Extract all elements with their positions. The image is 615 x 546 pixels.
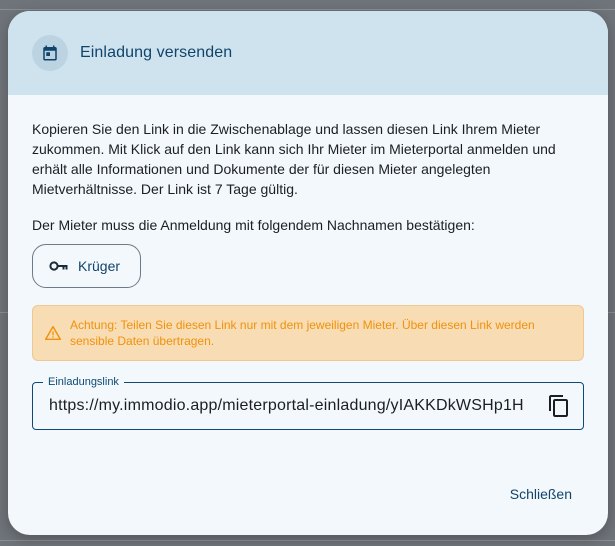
dialog-body: Kopieren Sie den Link in die Zwischenabl… [8, 95, 608, 430]
lastname-button[interactable]: Krüger [32, 244, 142, 288]
intro-text: Kopieren Sie den Link in die Zwischenabl… [32, 121, 556, 197]
backdrop-divider [0, 9, 615, 10]
confirm-lastname-text: Der Mieter muss die Anmeldung mit folgen… [32, 217, 475, 233]
copy-icon[interactable] [545, 392, 573, 420]
invite-link-input[interactable] [47, 396, 539, 416]
key-icon [49, 260, 69, 272]
invite-link-label: Einladungslink [43, 375, 124, 389]
invite-link-field: Einladungslink [32, 375, 584, 430]
calendar-icon [32, 35, 68, 71]
lastname-label: Krüger [78, 258, 121, 274]
dialog-title: Einladung versenden [80, 44, 233, 61]
warning-text: Achtung: Teilen Sie diesen Link nur mit … [70, 318, 535, 348]
dialog-header: Einladung versenden [8, 11, 608, 95]
invite-dialog: Einladung versenden Kopieren Sie den Lin… [8, 11, 608, 535]
close-button[interactable]: Schließen [500, 482, 582, 506]
warning-icon [45, 326, 61, 340]
backdrop-divider [0, 540, 615, 541]
warning-alert: Achtung: Teilen Sie diesen Link nur mit … [32, 305, 584, 361]
